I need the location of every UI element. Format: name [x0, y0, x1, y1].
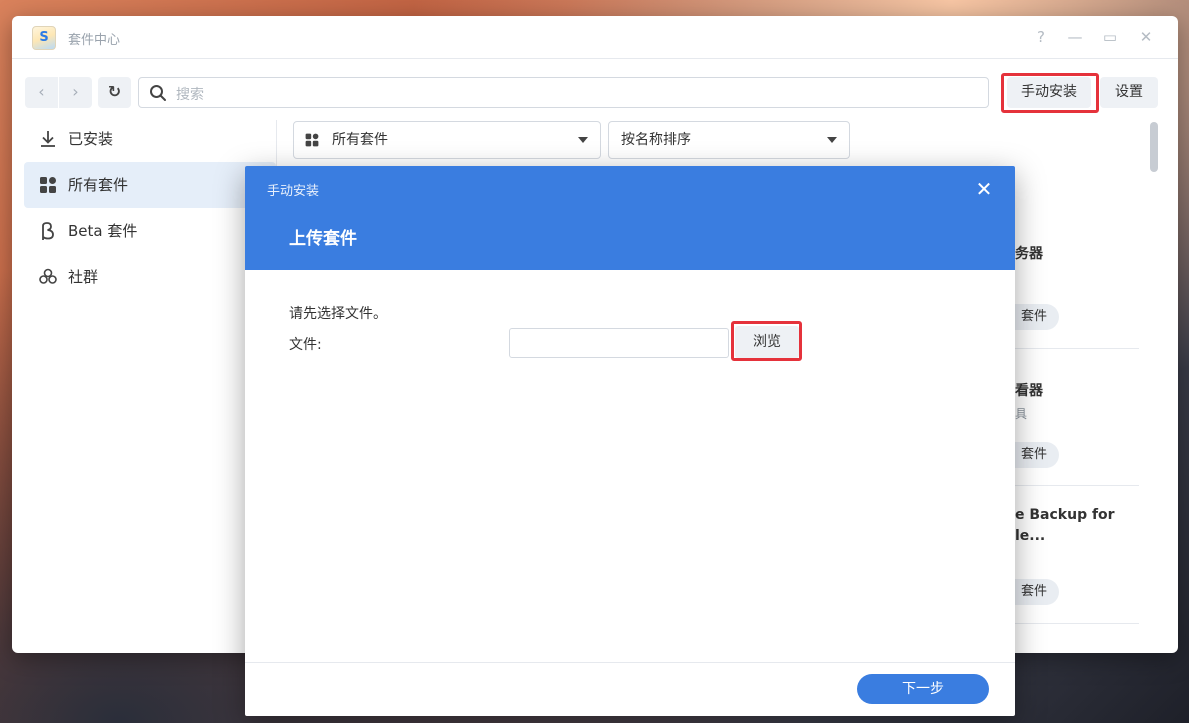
grid-icon — [40, 177, 56, 193]
close-icon[interactable]: ✕ — [973, 178, 995, 200]
package-center-icon: S — [32, 26, 56, 50]
minimize-icon[interactable]: — — [1064, 26, 1086, 48]
search-placeholder: 搜索 — [176, 87, 204, 103]
sidebar-item-label: 社群 — [68, 268, 99, 286]
package-name-line2: le... — [1015, 528, 1046, 544]
package-card[interactable]: e Backup for le... 套件 — [995, 486, 1139, 624]
maximize-icon[interactable]: ▭ — [1099, 26, 1121, 48]
dialog-header: 手动安装 上传套件 ✕ — [245, 166, 1015, 270]
search-icon — [150, 85, 166, 101]
help-icon[interactable]: ? — [1030, 26, 1052, 48]
package-description: 具 — [1015, 407, 1028, 421]
dialog-footer-divider — [245, 662, 1015, 663]
package-card[interactable]: 看器 具 套件 — [995, 349, 1139, 486]
forward-button[interactable]: › — [59, 77, 92, 108]
chevron-right-icon: › — [72, 82, 79, 101]
grid-icon — [305, 133, 319, 147]
package-name: 务器 — [1015, 246, 1043, 262]
dialog-caption: 手动安装 — [267, 184, 320, 199]
close-icon[interactable]: ✕ — [1135, 26, 1157, 48]
title-bar: S 套件中心 ? — ▭ ✕ — [12, 16, 1178, 59]
browse-button[interactable]: 浏览 — [735, 326, 799, 358]
chevron-down-icon — [578, 137, 588, 143]
dialog-heading: 上传套件 — [289, 229, 357, 249]
dialog-hint: 请先选择文件。 — [289, 306, 387, 322]
manual-install-button[interactable]: 手动安装 — [1007, 77, 1091, 108]
search-input[interactable]: 搜索 — [138, 77, 989, 108]
sidebar-item-label: Beta 套件 — [68, 222, 138, 240]
settings-button[interactable]: 设置 — [1100, 77, 1158, 108]
sort-dropdown-value: 按名称排序 — [621, 132, 691, 148]
community-icon — [39, 268, 57, 284]
chevron-left-icon: ‹ — [38, 82, 45, 101]
scrollbar-thumb[interactable] — [1150, 122, 1158, 172]
sidebar-item-community[interactable]: 社群 — [24, 254, 276, 300]
manual-install-dialog: 手动安装 上传套件 ✕ 请先选择文件。 文件: 浏览 下一步 — [245, 166, 1015, 716]
sidebar-item-label: 已安装 — [68, 130, 114, 148]
package-list: 务器 套件 看器 具 套件 e Backup for le... 套件 — [995, 211, 1139, 653]
refresh-icon: ↻ — [107, 82, 122, 101]
package-card[interactable]: 务器 套件 — [995, 211, 1139, 349]
window-title: 套件中心 — [68, 33, 121, 48]
refresh-button[interactable]: ↻ — [98, 77, 131, 108]
file-label: 文件: — [289, 337, 322, 353]
back-button[interactable]: ‹ — [25, 77, 58, 108]
download-icon — [41, 131, 55, 147]
package-name: 看器 — [1015, 383, 1043, 399]
category-dropdown[interactable]: 所有套件 — [293, 121, 601, 159]
sidebar-item-label: 所有套件 — [68, 176, 129, 194]
category-dropdown-value: 所有套件 — [332, 132, 388, 148]
sort-dropdown[interactable]: 按名称排序 — [608, 121, 850, 159]
beta-icon — [42, 222, 54, 240]
package-name: e Backup for — [1015, 507, 1115, 523]
file-path-field[interactable] — [509, 328, 729, 358]
sidebar-item-all-packages[interactable]: 所有套件 — [24, 162, 276, 208]
sidebar-item-beta[interactable]: Beta 套件 — [24, 208, 276, 254]
next-button[interactable]: 下一步 — [857, 674, 989, 704]
sidebar: 已安装 所有套件 Beta 套件 社群 — [24, 116, 276, 300]
chevron-down-icon — [827, 137, 837, 143]
sidebar-item-installed[interactable]: 已安装 — [24, 116, 276, 162]
